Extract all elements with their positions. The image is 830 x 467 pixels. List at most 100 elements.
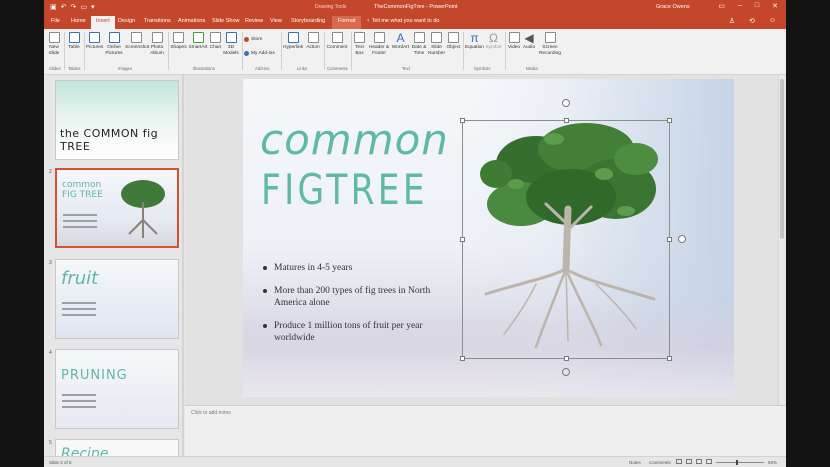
zoom-slider[interactable]: [716, 460, 764, 465]
tab-transitions[interactable]: Transitions: [144, 18, 171, 24]
group-label-addins: Add-ins: [255, 66, 270, 71]
comment-icon: [331, 32, 343, 43]
screen-recording-button[interactable]: Screen Recording: [537, 32, 563, 56]
slide-number-button[interactable]: Slide Number: [428, 32, 445, 56]
online-pictures-button[interactable]: Online Pictures: [104, 32, 124, 56]
slide-thumbnail-4[interactable]: PRUNING: [55, 349, 179, 429]
chart-button[interactable]: Chart: [209, 32, 222, 51]
editor-scrollbar[interactable]: [778, 75, 785, 405]
resize-handle-top-left[interactable]: [460, 118, 465, 123]
save-icon[interactable]: ▣: [50, 3, 57, 11]
group-label-media: Media: [526, 66, 538, 71]
tab-format[interactable]: Format: [332, 16, 362, 29]
notes-pane[interactable]: Click to add notes: [185, 405, 786, 456]
speaker-icon: ◀: [524, 31, 534, 45]
rotation-handle[interactable]: [562, 99, 570, 107]
tab-animations[interactable]: Animations: [178, 18, 205, 24]
customize-toolbar-icon[interactable]: ▾: [91, 3, 95, 11]
device-frame: ▣ ↶ ↷ ▭ ▾ Drawing Tools TheCommonFigTree…: [0, 0, 830, 467]
tab-review[interactable]: Review: [245, 18, 263, 24]
quick-access-toolbar: ▣ ↶ ↷ ▭ ▾: [50, 3, 95, 11]
3d-models-button[interactable]: 3D Models: [223, 32, 239, 56]
thumbnail-pane-scrollbar[interactable]: [182, 75, 184, 456]
redo-icon[interactable]: ↷: [71, 3, 77, 11]
resize-handle-bottom[interactable]: [564, 356, 569, 361]
new-slide-button[interactable]: New Slide: [47, 32, 61, 56]
slide-show-icon[interactable]: [706, 459, 712, 464]
comment-button[interactable]: Comment: [326, 32, 348, 51]
resize-handle-top-right[interactable]: [667, 118, 672, 123]
ribbon-display-options-icon[interactable]: ▭: [718, 2, 725, 10]
text-box-button[interactable]: Text Box: [353, 32, 366, 56]
picture-selection-frame[interactable]: [462, 120, 670, 359]
comments-toggle-button[interactable]: Comments: [649, 460, 671, 465]
thumbnail-tree-image: [121, 180, 165, 238]
equation-button[interactable]: π Equation: [465, 32, 484, 51]
tab-home[interactable]: Home: [71, 18, 86, 24]
user-name[interactable]: Grace Owens: [656, 4, 690, 10]
bullet-list[interactable]: Matures in 4-5 years More than 200 types…: [261, 262, 431, 355]
table-button[interactable]: Table: [66, 32, 82, 51]
zoom-percentage[interactable]: 93%: [768, 460, 777, 465]
slide-title-line1[interactable]: common: [260, 115, 449, 164]
screen-recording-icon: [544, 32, 556, 43]
smartart-button[interactable]: SmartArt: [188, 32, 208, 51]
wordart-button[interactable]: A WordArt: [391, 32, 410, 51]
header-footer-button[interactable]: Header & Footer: [368, 32, 390, 56]
minimize-icon[interactable]: –: [738, 2, 742, 10]
symbol-button[interactable]: Ω Symbol: [485, 32, 502, 51]
slide-number: 2: [49, 169, 52, 175]
resize-handle-right[interactable]: [667, 237, 672, 242]
group-label-illustrations: Illustrations: [193, 66, 215, 71]
audio-button[interactable]: ◀ Audio: [522, 32, 536, 51]
zoom-slider-thumb[interactable]: [736, 460, 738, 465]
3d-rotate-handle[interactable]: [678, 235, 686, 243]
close-icon[interactable]: ✕: [772, 2, 778, 10]
photo-album-button[interactable]: Photo Album: [148, 32, 166, 56]
video-button[interactable]: Video: [507, 32, 521, 51]
start-slideshow-icon[interactable]: ▭: [80, 3, 87, 11]
scrollbar-thumb[interactable]: [780, 79, 784, 239]
tab-storyboarding[interactable]: Storyboarding: [291, 18, 325, 24]
screenshot-button[interactable]: Screenshot: [125, 32, 149, 51]
tell-me-box[interactable]: ♀ Tell me what you want to do: [366, 18, 439, 24]
shapes-button[interactable]: Shapes: [170, 32, 187, 51]
activity-icon[interactable]: ⟲: [749, 17, 755, 25]
tab-design[interactable]: Design: [118, 18, 135, 24]
slide-title-line2[interactable]: FIGTREE: [261, 165, 428, 214]
object-button[interactable]: Object: [446, 32, 461, 51]
resize-handle-bottom-left[interactable]: [460, 356, 465, 361]
reading-view-icon[interactable]: [696, 459, 702, 464]
tab-view[interactable]: View: [270, 18, 282, 24]
undo-icon[interactable]: ↶: [61, 3, 67, 11]
current-slide[interactable]: common FIGTREE Matures in 4-5 years More…: [243, 79, 734, 397]
tab-slide-show[interactable]: Slide Show: [212, 18, 240, 24]
separator: [505, 32, 506, 70]
pictures-button[interactable]: Pictures: [86, 32, 103, 51]
resize-handle-left[interactable]: [460, 237, 465, 242]
resize-handle-bottom-right[interactable]: [667, 356, 672, 361]
online-pictures-icon: [108, 32, 120, 43]
action-button[interactable]: Action: [305, 32, 321, 51]
resize-handle-top[interactable]: [564, 118, 569, 123]
hyperlink-button[interactable]: Hyperlink: [283, 32, 303, 51]
normal-view-icon[interactable]: [676, 459, 682, 464]
slide-sorter-icon[interactable]: [686, 459, 692, 464]
share-icon[interactable]: ♙: [729, 17, 735, 25]
slide-number: 3: [49, 260, 52, 266]
tab-insert[interactable]: Insert: [91, 16, 115, 29]
store-button[interactable]: Store: [244, 37, 262, 42]
notes-toggle-button[interactable]: Notes: [629, 460, 641, 465]
slide-thumbnail-2[interactable]: common FIG TREE: [55, 168, 179, 248]
hyperlink-icon: [287, 32, 299, 43]
slide-thumbnail-1[interactable]: the COMMON fig TREE: [55, 80, 179, 160]
separator: [324, 32, 325, 70]
smiley-feedback-icon[interactable]: ☺: [769, 17, 776, 25]
slide-thumbnail-3[interactable]: fruit: [55, 259, 179, 339]
date-time-button[interactable]: Date & Time: [411, 32, 427, 56]
object-icon: [448, 32, 459, 43]
my-addins-button[interactable]: My Add-ins: [244, 51, 275, 56]
maximize-icon[interactable]: □: [755, 2, 759, 10]
3d-model-control-icon[interactable]: [562, 368, 570, 376]
tab-file[interactable]: File: [51, 18, 60, 24]
